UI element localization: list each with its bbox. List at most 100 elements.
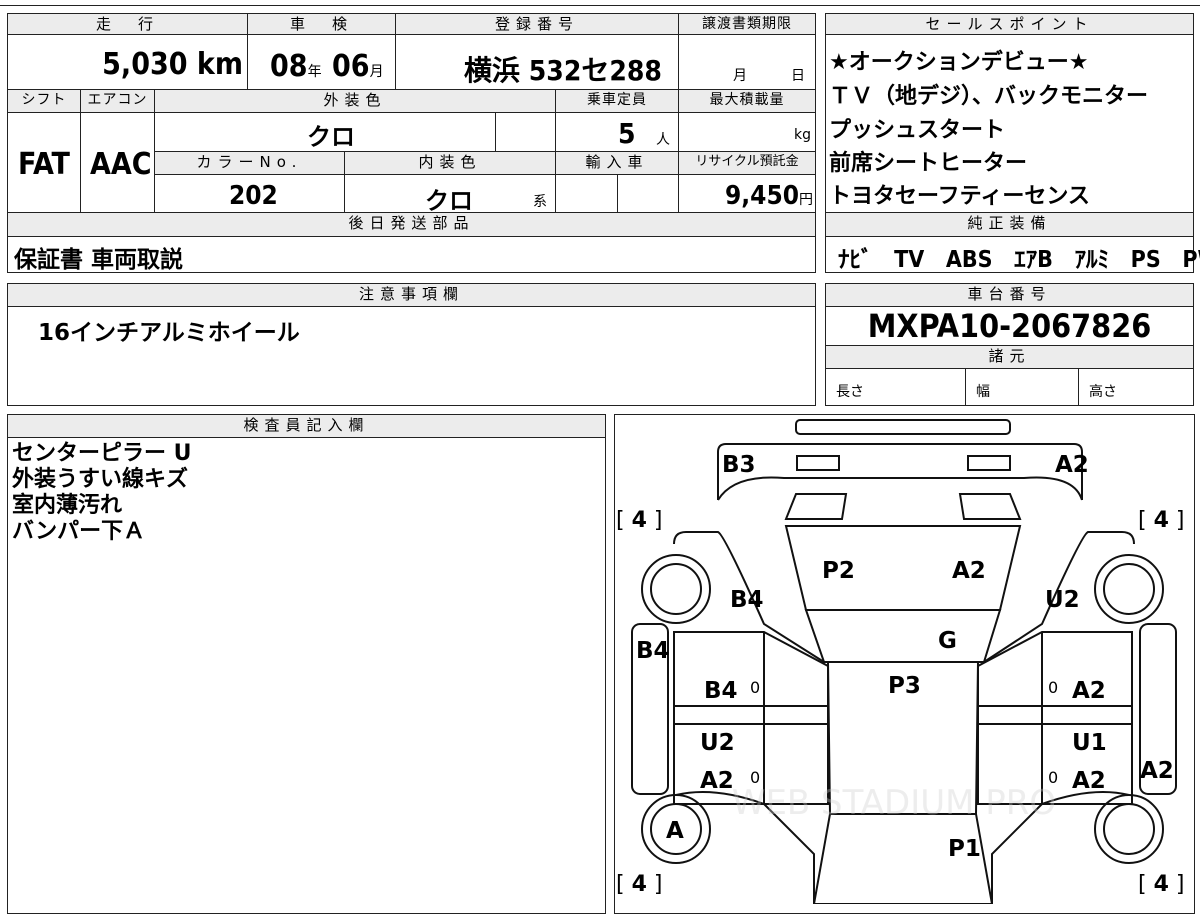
registration-header: 登録番号: [395, 13, 679, 35]
equip-abs: ABS: [945, 247, 993, 273]
tire-depth-front-right: [ 4 ]: [1138, 872, 1185, 897]
shift-header: シフト: [7, 89, 81, 113]
max-load-cell: kg: [678, 112, 816, 152]
shift-value: FAT: [18, 147, 70, 182]
equipment-header: 純正装備: [825, 212, 1194, 237]
registration-number: 横浜 532セ288: [464, 54, 662, 87]
mark-u2-left-rear-door: U2: [700, 730, 735, 756]
recycle-fee-cell: 9,450円: [678, 174, 816, 213]
transfer-deadline-cell: 月 日: [678, 34, 816, 90]
mark-u1: U1: [1072, 730, 1107, 756]
max-load-header: 最大積載量: [678, 89, 816, 113]
equip-ps: PS: [1130, 247, 1161, 273]
specs-header: 諸元: [825, 345, 1194, 369]
mark-p2: P2: [822, 558, 855, 584]
mark-p3: P3: [888, 673, 921, 699]
mileage-cell: 5,030 km: [7, 34, 248, 90]
mark-u2-rear-right: U2: [1045, 587, 1080, 613]
watermark: WEB STADIUM PRO: [732, 783, 1056, 823]
exterior-color-header: 外装色: [154, 89, 556, 113]
chassis-number: MXPA10-2067826: [867, 307, 1152, 345]
inspector-line: バンパー下Ａ: [12, 519, 146, 544]
inspector-header: 検査員記入欄: [7, 414, 606, 438]
tire-depth-front-left: [ 4 ]: [616, 872, 663, 897]
inspector-line: 室内薄汚れ: [12, 493, 123, 518]
equip-alloy: ｱﾙﾐ: [1074, 247, 1110, 273]
sales-point-line: トヨタセーフティーセンス: [829, 184, 1090, 209]
mark-a2-rear-right: A2: [1055, 452, 1089, 478]
sales-point-line: プッシュスタート: [829, 118, 1006, 143]
color-no-value: 202: [229, 181, 278, 211]
max-load-unit: kg: [794, 127, 811, 143]
mark-a2-right-side: A2: [1140, 758, 1174, 784]
tire-depth-rear-left: [ 4 ]: [616, 508, 663, 533]
spec-length-label: 長さ: [836, 384, 864, 400]
inspection-month: 06月: [332, 49, 384, 84]
recycle-fee-value: 9,450円: [725, 181, 813, 211]
import-cell-2: [617, 174, 679, 213]
interior-color-unit: 系: [533, 194, 547, 210]
later-parts-header: 後日発送部品: [7, 212, 816, 237]
equip-nav: ﾅﾋﾞ: [838, 247, 873, 273]
mark-b4-left-door: B4: [704, 678, 738, 704]
inspector-notes: センターピラー U 外装うすい線キズ 室内薄汚れ バンパー下Ａ: [12, 441, 192, 545]
interior-color-cell: クロ 系: [344, 174, 556, 215]
spec-width-cell: 幅: [965, 368, 1079, 406]
transfer-month-label: 月: [733, 68, 747, 84]
inspection-header: 車 検: [247, 13, 396, 35]
inspection-year: 08年: [270, 49, 322, 84]
mileage-value: 5,030 km: [102, 47, 243, 82]
ac-cell: AAC: [80, 112, 155, 213]
sales-point-line: ＴＶ（地デジ）、バックモニター: [829, 84, 1149, 109]
inspector-line: センターピラー U: [12, 441, 192, 466]
car-outline-diagram: WEB STADIUM PRO: [631, 419, 1177, 904]
notes-header: 注意事項欄: [7, 283, 816, 307]
chassis-header: 車台番号: [825, 283, 1194, 307]
exterior-color-cell: クロ: [154, 112, 496, 152]
spec-width-label: 幅: [976, 384, 990, 400]
equip-tv: TV: [894, 247, 925, 273]
mark-a2-right-door: A2: [1072, 678, 1106, 704]
zero-mark: 0: [750, 768, 761, 787]
ac-header: エアコン: [80, 89, 155, 113]
transfer-deadline-header: 譲渡書類期限: [678, 13, 816, 35]
zero-mark: 0: [1048, 678, 1059, 697]
inspection-cell: 08年 06月: [247, 34, 396, 90]
tire-depth-rear-right: [ 4 ]: [1138, 508, 1185, 533]
equip-airbag: ｴｱB: [1014, 247, 1053, 273]
mark-b4-side: B4: [636, 638, 670, 664]
mark-p1: P1: [948, 836, 981, 862]
import-header: 輸入車: [555, 151, 679, 175]
exterior-color-extra-cell: [495, 112, 556, 152]
capacity-value: 5: [618, 117, 636, 150]
mark-a2-right-rear: A2: [1072, 768, 1106, 794]
transfer-day-label: 日: [791, 68, 805, 84]
notes-value: 16インチアルミホイール: [38, 320, 300, 346]
color-no-cell: 202: [154, 174, 345, 213]
registration-cell: 横浜 532セ288: [395, 34, 679, 90]
mark-a2-hatch: A2: [952, 558, 986, 584]
import-cell-1: [555, 174, 618, 213]
mark-b3: B3: [722, 452, 756, 478]
mark-b4-rear-left: B4: [730, 587, 764, 613]
top-edge: [0, 0, 1200, 6]
equip-pw: PW: [1182, 247, 1200, 273]
interior-color-value: クロ: [425, 187, 473, 215]
equipment-list: ﾅﾋﾞ TV ABS ｴｱB ｱﾙﾐ PS PW: [838, 240, 1200, 274]
zero-mark: 0: [1048, 768, 1059, 787]
mark-g: G: [938, 628, 957, 654]
later-parts-value: 保証書 車両取説: [14, 247, 184, 273]
interior-color-header: 内装色: [344, 151, 556, 175]
ac-value: AAC: [90, 147, 152, 182]
spec-height-label: 高さ: [1089, 384, 1117, 400]
recycle-fee-header: リサイクル預託金: [678, 151, 816, 175]
mark-a-wheel: A: [666, 818, 684, 844]
zero-mark: 0: [750, 678, 761, 697]
sales-points-list: ★オークションデビュー★ ＴＶ（地デジ）、バックモニター プッシュスタート 前席…: [825, 40, 1194, 212]
capacity-unit: 人: [656, 132, 670, 148]
capacity-cell: 5 人: [555, 112, 679, 152]
spec-length-cell: 長さ: [825, 368, 966, 406]
sales-points-header: セールスポイント: [825, 13, 1194, 35]
mark-a2-left-rear: A2: [700, 768, 734, 794]
exterior-color-value: クロ: [307, 123, 355, 151]
